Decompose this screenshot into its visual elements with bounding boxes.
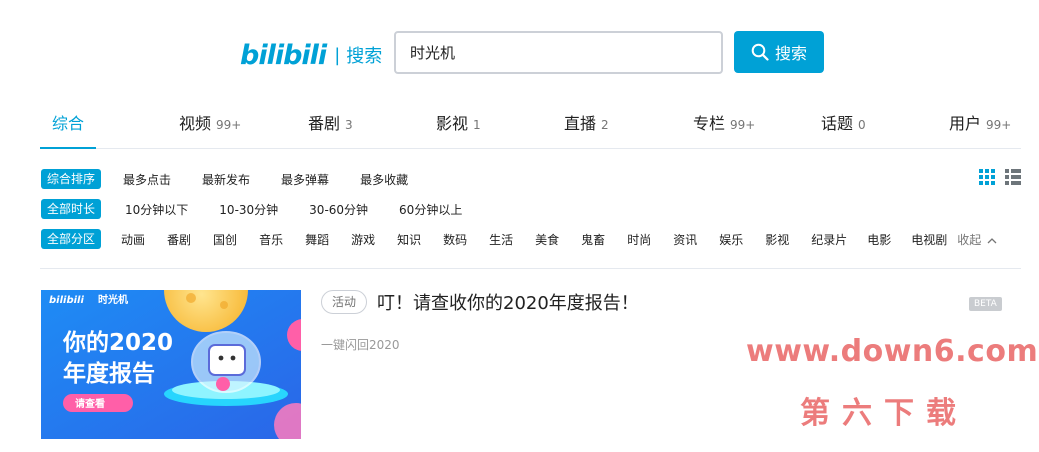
zone-filter-option[interactable]: 生活 bbox=[489, 231, 513, 248]
tab-label: 用户 bbox=[949, 114, 982, 133]
duration-filter-option[interactable]: 60分钟以上 bbox=[399, 201, 462, 218]
tab-count: 99+ bbox=[730, 118, 756, 132]
duration-filter-row: 全部时长 10分钟以下 10-30分钟 30-60分钟 60分钟以上 bbox=[41, 199, 462, 219]
tab-label: 综合 bbox=[52, 114, 85, 133]
search-button-label: 搜索 bbox=[774, 44, 807, 63]
sort-filter-selected[interactable]: 综合排序 bbox=[41, 169, 102, 189]
result-subtitle: 一键闪回2020 bbox=[321, 338, 400, 352]
collapse-label: 收起 bbox=[957, 232, 982, 247]
chevron-up-icon bbox=[987, 237, 997, 243]
tab-label: 番剧 bbox=[308, 114, 341, 133]
activity-badge: 活动 bbox=[321, 290, 368, 314]
tab-article[interactable]: 专栏 99+ bbox=[693, 110, 755, 148]
zone-filter-option[interactable]: 知识 bbox=[397, 231, 421, 248]
duration-filter-option[interactable]: 10-30分钟 bbox=[219, 201, 278, 218]
tab-all[interactable]: 综合 bbox=[39, 110, 97, 149]
zone-filter-option[interactable]: 舞蹈 bbox=[305, 231, 329, 248]
view-toggle bbox=[979, 169, 1021, 185]
tab-count: 2 bbox=[601, 118, 609, 132]
search-input[interactable] bbox=[394, 31, 723, 74]
zone-filter-option[interactable]: 数码 bbox=[443, 231, 467, 248]
logo-search-text: 搜索 bbox=[346, 46, 383, 67]
banner-headline-2: 年度报告 bbox=[63, 360, 155, 387]
search-icon bbox=[751, 43, 769, 61]
zone-filter-option[interactable]: 电视剧 bbox=[911, 231, 947, 248]
banner-brand: bilibili bbox=[49, 295, 84, 306]
banner-brand-sub: 时光机 bbox=[98, 293, 128, 306]
duration-filter-option[interactable]: 30-60分钟 bbox=[309, 201, 368, 218]
tab-count: 99+ bbox=[986, 118, 1012, 132]
tab-film[interactable]: 影视 1 bbox=[436, 110, 481, 148]
tab-label: 视频 bbox=[179, 114, 212, 133]
tab-count: 0 bbox=[858, 118, 866, 132]
tab-label: 专栏 bbox=[693, 114, 726, 133]
zone-filter-row: 全部分区 动画 番剧 国创 音乐 舞蹈 游戏 知识 数码 生活 美食 鬼畜 时尚… bbox=[41, 229, 997, 249]
zone-filter-option[interactable]: 国创 bbox=[213, 231, 237, 248]
zone-filter-option[interactable]: 美食 bbox=[535, 231, 559, 248]
sort-filter-option[interactable]: 最多收藏 bbox=[360, 171, 408, 188]
zone-filter-option[interactable]: 纪录片 bbox=[811, 231, 847, 248]
tab-label: 话题 bbox=[821, 114, 854, 133]
banner-cta: 请查看 bbox=[75, 397, 105, 410]
banner-illustration: bilibili 时光机 你的2020 年度报告 请查看 bbox=[41, 290, 301, 439]
tab-bangumi[interactable]: 番剧 3 bbox=[308, 110, 353, 148]
tab-label: 直播 bbox=[564, 114, 597, 133]
zone-filter-option[interactable]: 音乐 bbox=[259, 231, 283, 248]
sort-filter-option[interactable]: 最新发布 bbox=[202, 171, 250, 188]
banner-headline-1: 你的2020 bbox=[62, 329, 173, 356]
duration-filter-option[interactable]: 10分钟以下 bbox=[125, 201, 188, 218]
tab-count: 1 bbox=[473, 118, 481, 132]
sort-filter-option[interactable]: 最多弹幕 bbox=[281, 171, 329, 188]
beta-badge: BETA bbox=[969, 297, 1002, 311]
zone-filter-option[interactable]: 娱乐 bbox=[719, 231, 743, 248]
tab-user[interactable]: 用户 99+ bbox=[949, 110, 1011, 148]
tab-live[interactable]: 直播 2 bbox=[564, 110, 609, 148]
tab-count: 3 bbox=[345, 118, 353, 132]
watermark-url: www.down6.com bbox=[746, 334, 1039, 369]
zone-filter-selected[interactable]: 全部分区 bbox=[41, 229, 102, 249]
bilibili-logo[interactable]: bilibili | 搜索 bbox=[240, 38, 382, 72]
content-divider bbox=[40, 268, 1021, 269]
list-view-icon[interactable] bbox=[1005, 169, 1021, 185]
search-type-tabs: 综合 视频 99+ 番剧 3 影视 1 直播 2 专栏 99+ 话题 0 用户 99+ bbox=[39, 100, 1021, 149]
duration-filter-selected[interactable]: 全部时长 bbox=[41, 199, 102, 219]
tab-topic[interactable]: 话题 0 bbox=[821, 110, 866, 148]
zone-filter-option[interactable]: 动画 bbox=[121, 231, 145, 248]
zone-filter-option[interactable]: 时尚 bbox=[627, 231, 651, 248]
tab-label: 影视 bbox=[436, 114, 469, 133]
tab-count: 99+ bbox=[216, 118, 242, 132]
tab-video[interactable]: 视频 99+ bbox=[179, 110, 241, 148]
result-title-link[interactable]: 叮！请查收你的2020年度报告！ bbox=[377, 289, 639, 315]
zone-filter-option[interactable]: 电影 bbox=[867, 231, 891, 248]
sort-filter-option[interactable]: 最多点击 bbox=[123, 171, 171, 188]
zone-filter-option[interactable]: 资讯 bbox=[673, 231, 697, 248]
search-button[interactable]: 搜索 bbox=[734, 31, 824, 73]
grid-view-icon[interactable] bbox=[979, 169, 995, 185]
zone-filter-option[interactable]: 鬼畜 bbox=[581, 231, 605, 248]
annual-report-banner[interactable]: bilibili 时光机 你的2020 年度报告 请查看 bbox=[41, 290, 301, 439]
zone-filter-option[interactable]: 游戏 bbox=[351, 231, 375, 248]
sort-filter-row: 综合排序 最多点击 最新发布 最多弹幕 最多收藏 bbox=[41, 169, 408, 189]
zone-filter-option[interactable]: 番剧 bbox=[167, 231, 191, 248]
zone-filter-option[interactable]: 影视 bbox=[765, 231, 789, 248]
collapse-toggle[interactable]: 收起 bbox=[957, 231, 997, 248]
logo-separator: | bbox=[334, 44, 341, 66]
watermark-text: 第六下载 bbox=[800, 396, 968, 431]
logo-mark: bilibili bbox=[240, 39, 327, 71]
